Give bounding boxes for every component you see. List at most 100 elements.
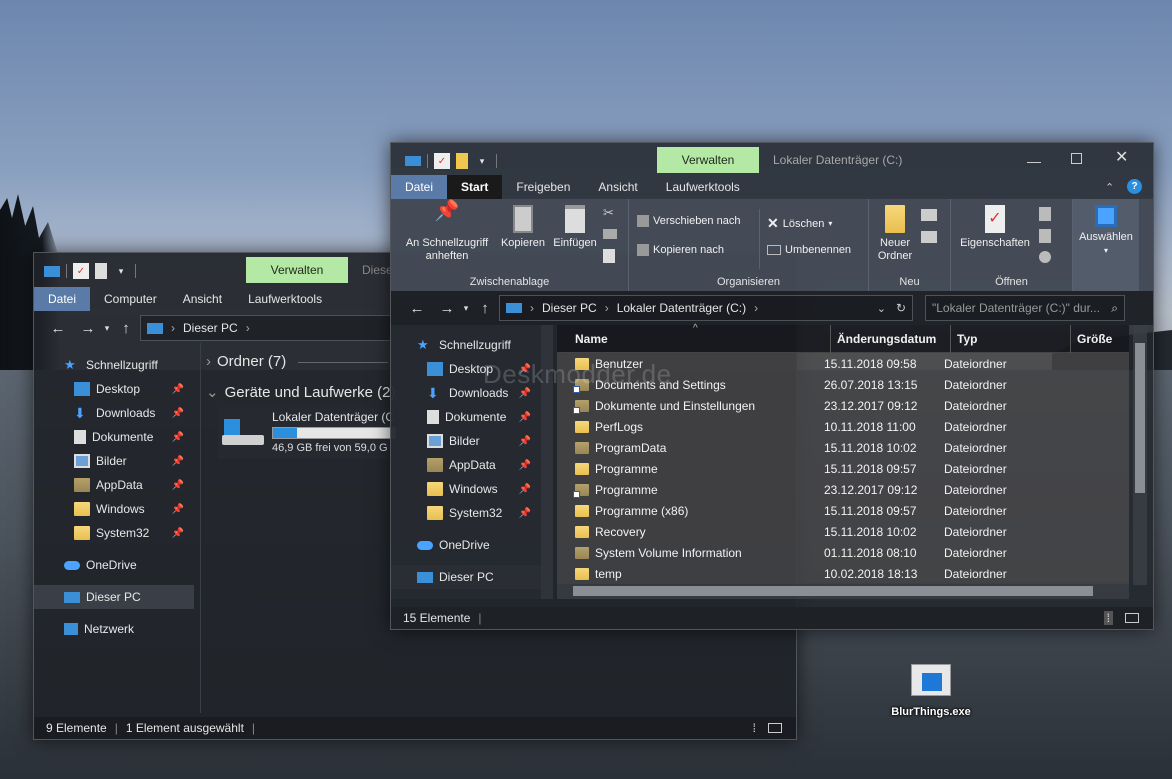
- paste-shortcut-icon[interactable]: [603, 249, 615, 263]
- file-row[interactable]: ProgramData 15.11.2018 10:02 Dateiordner: [557, 437, 1129, 458]
- drive-icon[interactable]: [405, 156, 421, 166]
- nav-windows[interactable]: Windows 📌: [391, 477, 541, 501]
- move-to-button[interactable]: Verschieben nach: [637, 215, 740, 227]
- maximize-button[interactable]: [1071, 153, 1082, 164]
- drive-tile[interactable]: Lokaler Datenträger (C 46,9 GB frei von …: [218, 407, 398, 459]
- breadcrumb-this-pc[interactable]: Dieser PC: [542, 301, 597, 315]
- tab-ansicht[interactable]: Ansicht: [584, 175, 651, 199]
- refresh-icon[interactable]: ↻: [896, 301, 906, 315]
- tab-laufwerktools[interactable]: Laufwerktools: [652, 175, 754, 199]
- pin-icon[interactable]: 📌: [519, 460, 531, 471]
- details-view-icon[interactable]: ⁞: [753, 721, 756, 735]
- nav-pictures[interactable]: Bilder 📌: [34, 449, 194, 473]
- open-icon[interactable]: [1039, 207, 1051, 221]
- pin-icon[interactable]: 📌: [172, 456, 184, 467]
- pin-to-quick-access-button[interactable]: 📌 An Schnellzugriff anheften: [397, 201, 497, 263]
- copy-button[interactable]: Kopieren: [495, 205, 551, 250]
- pin-icon[interactable]: 📌: [519, 436, 531, 447]
- file-row[interactable]: Programme 15.11.2018 09:57 Dateiordner: [557, 458, 1129, 479]
- nav-desktop[interactable]: Desktop 📌: [34, 377, 194, 401]
- tab-start[interactable]: Start: [447, 175, 503, 199]
- pin-icon[interactable]: 📌: [519, 508, 531, 519]
- copy-path-icon[interactable]: [603, 229, 617, 239]
- file-row[interactable]: Dokumente und Einstellungen 23.12.2017 09…: [557, 395, 1129, 416]
- forward-arrow-icon[interactable]: →: [435, 300, 459, 317]
- pin-icon[interactable]: 📌: [519, 412, 531, 423]
- new-item-icon[interactable]: [921, 209, 937, 221]
- tab-ansicht[interactable]: Ansicht: [171, 287, 234, 311]
- back-arrow-icon[interactable]: ←: [405, 300, 429, 317]
- nav-onedrive[interactable]: OneDrive: [34, 553, 194, 577]
- back-arrow-icon[interactable]: ←: [46, 320, 70, 337]
- address-bar[interactable]: › Dieser PC › Lokaler Datenträger (C:) ›…: [499, 295, 913, 321]
- nav-appdata[interactable]: AppData 📌: [391, 453, 541, 477]
- title-bar[interactable]: ✓ ▾ Verwalten Lokaler Datenträger (C:) ✕: [391, 143, 1153, 179]
- vertical-scrollbar[interactable]: [1133, 325, 1147, 585]
- nav-system32[interactable]: System32 📌: [34, 521, 194, 545]
- tab-datei[interactable]: Datei: [391, 175, 448, 199]
- customize-qat-icon[interactable]: ▾: [113, 263, 129, 279]
- column-type[interactable]: Typ: [951, 324, 1071, 353]
- search-field[interactable]: "Lokaler Datenträger (C:)" dur... ⌕: [925, 295, 1125, 321]
- nav-windows[interactable]: Windows 📌: [34, 497, 194, 521]
- scroll-thumb[interactable]: [573, 586, 1093, 596]
- address-bar[interactable]: › Dieser PC ›: [140, 315, 400, 341]
- nav-system32[interactable]: System32 📌: [391, 501, 541, 525]
- tab-laufwerktools[interactable]: Laufwerktools: [234, 287, 336, 311]
- nav-this-pc[interactable]: Dieser PC: [34, 585, 194, 609]
- file-row[interactable]: Programme 23.12.2017 09:12 Dateiordner: [557, 479, 1129, 500]
- cut-icon[interactable]: ✂: [603, 205, 614, 221]
- pin-icon[interactable]: 📌: [172, 528, 184, 539]
- rename-button[interactable]: Umbenennen: [767, 244, 851, 256]
- collapse-ribbon-icon[interactable]: ⌃: [1105, 181, 1114, 194]
- pin-icon[interactable]: 📌: [172, 432, 184, 443]
- computer-icon[interactable]: [44, 265, 60, 277]
- pin-icon[interactable]: 📌: [172, 408, 184, 419]
- tab-datei[interactable]: Datei: [34, 287, 91, 311]
- properties-button[interactable]: ✓ Eigenschaften: [955, 205, 1035, 250]
- file-row[interactable]: Recovery 15.11.2018 10:02 Dateiordner: [557, 521, 1129, 542]
- nav-quick-access[interactable]: ★ Schnellzugriff: [391, 333, 541, 357]
- delete-button[interactable]: ✕ Löschen ▾: [767, 215, 832, 232]
- new-folder-icon[interactable]: [95, 263, 107, 279]
- details-view-icon[interactable]: ⁞: [1103, 611, 1113, 625]
- desktop-icon-blurthings[interactable]: BlurThings.exe: [886, 664, 976, 718]
- tab-computer[interactable]: Computer: [90, 287, 171, 311]
- group-drives[interactable]: ⌄ Geräte und Laufwerke (2): [206, 383, 396, 401]
- tab-verwalten[interactable]: Verwalten: [246, 257, 348, 283]
- pin-icon[interactable]: 📌: [172, 384, 184, 395]
- recent-dropdown-icon[interactable]: ▾: [459, 303, 473, 314]
- file-row[interactable]: Programme (x86) 15.11.2018 09:57 Dateiordn…: [557, 500, 1129, 521]
- nav-quick-access[interactable]: ★ Schnellzugriff: [34, 353, 194, 377]
- breadcrumb-this-pc[interactable]: Dieser PC: [183, 321, 238, 335]
- properties-icon[interactable]: ✓: [434, 153, 450, 169]
- nav-downloads[interactable]: ⬇ Downloads 📌: [34, 401, 194, 425]
- properties-icon[interactable]: ✓: [73, 263, 89, 279]
- file-row[interactable]: System Volume Information 01.11.2018 08:1…: [557, 542, 1129, 563]
- scroll-thumb[interactable]: [1135, 343, 1145, 493]
- pin-icon[interactable]: 📌: [519, 484, 531, 495]
- nav-appdata[interactable]: AppData 📌: [34, 473, 194, 497]
- explorer-window-local-disk[interactable]: ✓ ▾ Verwalten Lokaler Datenträger (C:) ✕…: [390, 142, 1154, 630]
- new-folder-button[interactable]: Neuer Ordner: [873, 205, 917, 263]
- up-arrow-icon[interactable]: ↑: [114, 320, 138, 337]
- history-icon[interactable]: [1039, 251, 1051, 263]
- forward-arrow-icon[interactable]: →: [76, 320, 100, 337]
- close-button[interactable]: ✕: [1115, 147, 1128, 167]
- recent-dropdown-icon[interactable]: ▾: [100, 323, 114, 334]
- pin-icon[interactable]: 📌: [172, 480, 184, 491]
- select-button[interactable]: Auswählen ▾: [1075, 205, 1137, 257]
- edit-icon[interactable]: [1039, 229, 1051, 243]
- tab-verwalten[interactable]: Verwalten: [657, 147, 759, 173]
- nav-onedrive[interactable]: OneDrive: [391, 533, 541, 557]
- paste-button[interactable]: Einfügen: [547, 205, 603, 250]
- pin-icon[interactable]: 📌: [172, 504, 184, 515]
- nav-documents[interactable]: Dokumente 📌: [34, 425, 194, 449]
- address-dropdown-icon[interactable]: ⌄: [877, 302, 886, 315]
- up-arrow-icon[interactable]: ↑: [473, 300, 497, 317]
- copy-to-button[interactable]: Kopieren nach: [637, 244, 724, 256]
- customize-qat-icon[interactable]: ▾: [474, 153, 490, 169]
- column-date[interactable]: Änderungsdatum: [831, 324, 951, 353]
- easy-access-icon[interactable]: [921, 231, 937, 243]
- nav-documents[interactable]: Dokumente 📌: [391, 405, 541, 429]
